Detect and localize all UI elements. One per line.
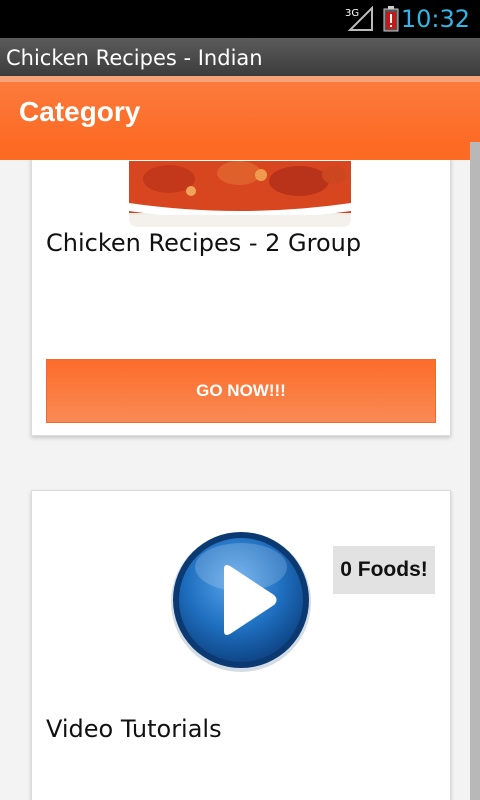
- category-card[interactable]: 0 Foods! Video Tutorials: [31, 490, 451, 800]
- scrollbar[interactable]: [470, 142, 480, 800]
- network-type: 3G: [345, 8, 359, 19]
- go-now-button[interactable]: GO NOW!!!: [46, 359, 436, 423]
- category-card[interactable]: Chicken Recipes - 2 Group GO NOW!!!: [31, 160, 451, 436]
- card-title: Chicken Recipes - 2 Group: [46, 229, 362, 257]
- action-bar-underline: [0, 142, 470, 160]
- battery-icon: [383, 6, 399, 32]
- category-list[interactable]: Chicken Recipes - 2 Group GO NOW!!! 0 Fo…: [0, 160, 470, 800]
- chicken-curry-image: [129, 161, 351, 227]
- play-icon[interactable]: [168, 527, 314, 673]
- action-bar-title: Category: [19, 96, 141, 127]
- card-title: Video Tutorials: [46, 715, 222, 743]
- foods-count-badge: 0 Foods!: [333, 546, 435, 594]
- window-title: Chicken Recipes - Indian: [0, 38, 480, 76]
- action-bar: Category: [0, 76, 480, 146]
- signal-icon: 3G: [345, 6, 373, 31]
- status-bar: 3G 10:32: [0, 0, 480, 38]
- status-time: 10:32: [400, 5, 470, 33]
